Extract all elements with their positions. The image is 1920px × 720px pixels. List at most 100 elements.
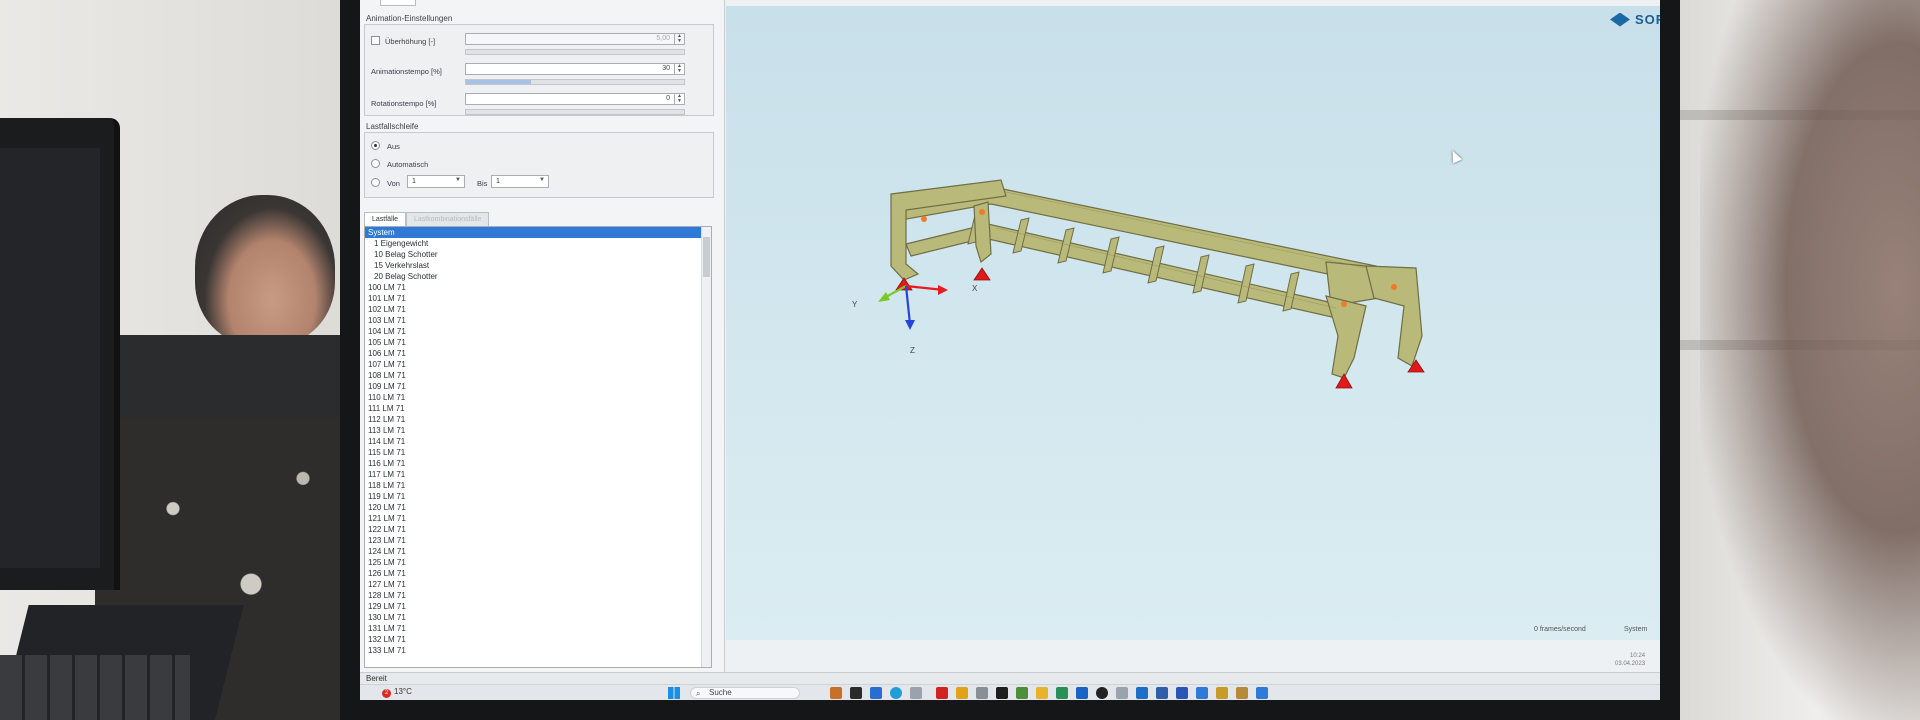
tab-lastkombinationen[interactable]: Lastkombinationsfälle xyxy=(406,212,490,226)
list-item[interactable]: 105 LM 71 xyxy=(365,337,711,348)
list-item[interactable]: 122 LM 71 xyxy=(365,524,711,535)
list-item[interactable]: 117 LM 71 xyxy=(365,469,711,480)
list-item[interactable]: 108 LM 71 xyxy=(365,370,711,381)
list-item[interactable]: 102 LM 71 xyxy=(365,304,711,315)
list-item-selected[interactable]: System xyxy=(365,227,711,238)
list-item[interactable]: 130 LM 71 xyxy=(365,612,711,623)
list-item[interactable]: 120 LM 71 xyxy=(365,502,711,513)
paint-icon[interactable] xyxy=(956,687,968,699)
list-item[interactable]: 109 LM 71 xyxy=(365,381,711,392)
word-icon[interactable] xyxy=(1176,687,1188,699)
meet-icon[interactable] xyxy=(870,687,882,699)
app-icon[interactable] xyxy=(1216,687,1228,699)
list-item[interactable]: 20 Belag Schotter xyxy=(365,271,711,282)
list-item[interactable]: 1 Eigengewicht xyxy=(365,238,711,249)
list-item[interactable]: 101 LM 71 xyxy=(365,293,711,304)
tab-lastfaelle[interactable]: Lastfälle xyxy=(364,212,407,226)
radio-automatisch-label: Automatisch xyxy=(387,160,429,169)
x-app-icon[interactable] xyxy=(1256,687,1268,699)
animationstempo-spinbox[interactable]: 30 ▲ ▼ xyxy=(465,63,685,75)
animationstempo-slider[interactable] xyxy=(465,79,685,85)
list-item[interactable]: 129 LM 71 xyxy=(365,601,711,612)
bis-dropdown[interactable]: 1 ▼ xyxy=(491,175,549,188)
chevron-down-icon: ▼ xyxy=(455,177,461,183)
list-item[interactable]: 128 LM 71 xyxy=(365,590,711,601)
axis-z-label: Z xyxy=(910,346,915,355)
ueberhoehung-spinbox[interactable]: 5,00 ▲ ▼ xyxy=(465,33,685,45)
panel-top-tab[interactable] xyxy=(380,0,416,6)
sofistik-app-icon[interactable] xyxy=(1136,687,1148,699)
ueberhoehung-checkbox[interactable] xyxy=(371,36,380,45)
tool-icon[interactable] xyxy=(976,687,988,699)
radio-automatisch[interactable] xyxy=(371,159,380,168)
taskbar-search[interactable]: ⌕ Suche xyxy=(690,687,800,699)
list-scrollbar[interactable] xyxy=(701,227,711,667)
list-item[interactable]: 124 LM 71 xyxy=(365,546,711,557)
windows-start-icon[interactable] xyxy=(668,687,680,699)
ueberhoehung-slider[interactable] xyxy=(465,49,685,55)
list-item[interactable]: 116 LM 71 xyxy=(365,458,711,469)
list-item[interactable]: 131 LM 71 xyxy=(365,623,711,634)
list-item[interactable]: 121 LM 71 xyxy=(365,513,711,524)
list-item[interactable]: 111 LM 71 xyxy=(365,403,711,414)
spin-arrows-icon[interactable]: ▲ ▼ xyxy=(674,34,684,44)
3d-viewport[interactable]: X Y Z 0 frames/second System xyxy=(726,6,1660,640)
scrollbar-thumb[interactable] xyxy=(703,237,710,277)
system-clock[interactable]: 10:24 03.04.2023 xyxy=(1615,652,1645,668)
foreground-person-blur xyxy=(1700,0,1920,720)
loadcase-list[interactable]: System 1 Eigengewicht 10 Belag Schotter 15… xyxy=(364,226,712,668)
animationstempo-label: Animationstempo [%] xyxy=(371,67,442,76)
list-item[interactable]: 118 LM 71 xyxy=(365,480,711,491)
list-item[interactable]: 10 Belag Schotter xyxy=(365,249,711,260)
taskview-icon[interactable] xyxy=(850,687,862,699)
list-item[interactable]: 115 LM 71 xyxy=(365,447,711,458)
weather-widget[interactable]: 2 13°C xyxy=(382,687,412,698)
folder-icon[interactable] xyxy=(1036,687,1048,699)
spin-arrows-icon[interactable]: ▲ ▼ xyxy=(674,94,684,104)
list-item[interactable]: 112 LM 71 xyxy=(365,414,711,425)
radio-von[interactable] xyxy=(371,178,380,187)
app-icon[interactable] xyxy=(1116,687,1128,699)
outlook-icon[interactable] xyxy=(1076,687,1088,699)
list-item[interactable]: 119 LM 71 xyxy=(365,491,711,502)
app-icon[interactable] xyxy=(910,687,922,699)
ueberhoehung-value: 5,00 xyxy=(656,35,670,42)
app-icon[interactable] xyxy=(1236,687,1248,699)
laptop-keyboard xyxy=(0,655,190,720)
list-item[interactable]: 133 LM 71 xyxy=(365,645,711,656)
spin-arrows-icon[interactable]: ▲ ▼ xyxy=(674,64,684,74)
teams-icon[interactable] xyxy=(1056,687,1068,699)
list-item[interactable]: 123 LM 71 xyxy=(365,535,711,546)
fps-readout: 0 frames/second xyxy=(1534,626,1586,633)
list-item[interactable]: 103 LM 71 xyxy=(365,315,711,326)
list-item[interactable]: 100 LM 71 xyxy=(365,282,711,293)
media-icon[interactable] xyxy=(1096,687,1108,699)
von-dropdown[interactable]: 1 ▼ xyxy=(407,175,465,188)
calculator-icon[interactable] xyxy=(1016,687,1028,699)
files-icon[interactable] xyxy=(830,687,842,699)
list-item[interactable]: 107 LM 71 xyxy=(365,359,711,370)
list-item[interactable]: 113 LM 71 xyxy=(365,425,711,436)
x-app-icon[interactable] xyxy=(1196,687,1208,699)
list-item[interactable]: 110 LM 71 xyxy=(365,392,711,403)
radio-aus-label: Aus xyxy=(387,142,400,151)
list-item[interactable]: 15 Verkehrslast xyxy=(365,260,711,271)
list-item[interactable]: 125 LM 71 xyxy=(365,557,711,568)
animationstempo-value: 30 xyxy=(662,65,670,72)
edge-icon[interactable] xyxy=(890,687,902,699)
rotationstempo-spinbox[interactable]: 0 ▲ ▼ xyxy=(465,93,685,105)
terminal-icon[interactable] xyxy=(996,687,1008,699)
list-item[interactable]: 126 LM 71 xyxy=(365,568,711,579)
rotationstempo-slider[interactable] xyxy=(465,109,685,115)
list-item[interactable]: 127 LM 71 xyxy=(365,579,711,590)
list-item[interactable]: 106 LM 71 xyxy=(365,348,711,359)
list-item[interactable]: 132 LM 71 xyxy=(365,634,711,645)
radio-aus[interactable] xyxy=(371,141,380,150)
app-l-icon[interactable] xyxy=(936,687,948,699)
list-item[interactable]: 114 LM 71 xyxy=(365,436,711,447)
rotationstempo-label: Rotationstempo [%] xyxy=(371,99,437,108)
list-item[interactable]: 104 LM 71 xyxy=(365,326,711,337)
axis-x-label: X xyxy=(972,284,978,293)
app-icon[interactable] xyxy=(1156,687,1168,699)
clock-time: 10:24 xyxy=(1630,653,1646,659)
